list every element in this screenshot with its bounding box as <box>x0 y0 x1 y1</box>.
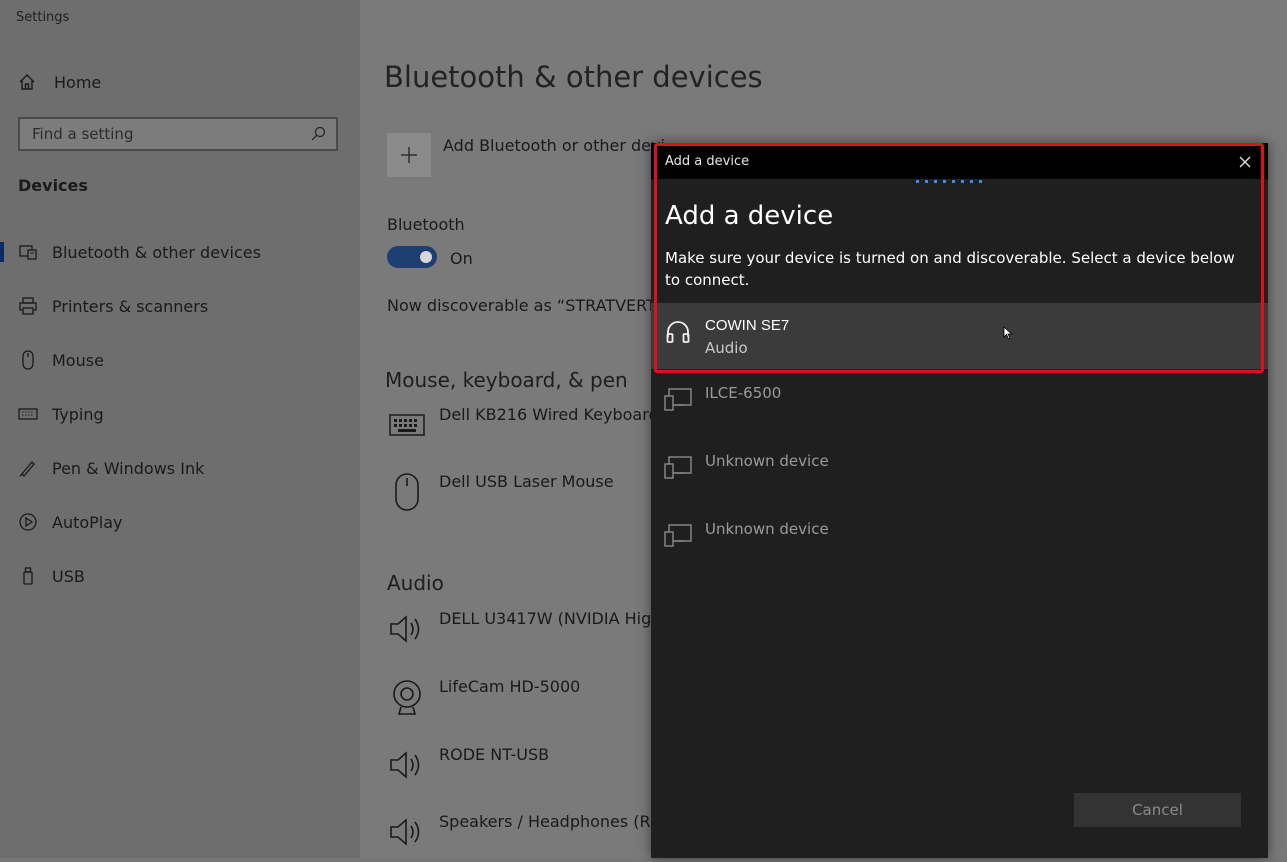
sidebar-item-pen[interactable]: Pen & Windows Ink <box>0 450 360 486</box>
sidebar-item-printers[interactable]: Printers & scanners <box>0 288 360 324</box>
sidebar-item-autoplay[interactable]: AutoPlay <box>0 504 360 540</box>
bluetooth-label: Bluetooth <box>387 215 465 234</box>
sidebar-item-bluetooth[interactable]: Bluetooth & other devices <box>0 234 360 270</box>
discoverable-text: Now discoverable as “STRATVERTDE <box>387 296 679 315</box>
sidebar-item-mouse[interactable]: Mouse <box>0 342 360 378</box>
device-list-item-unknown[interactable]: Unknown device <box>651 507 1268 573</box>
sidebar-item-label: Pen & Windows Ink <box>52 458 205 478</box>
keyboard-icon <box>387 405 427 445</box>
dialog-heading: Add a device <box>665 201 834 231</box>
toggle-knob <box>420 251 432 263</box>
mouse-icon <box>18 350 38 370</box>
keyboard-icon <box>18 404 38 424</box>
sidebar: Settings Home Devices Bluetooth & other … <box>0 0 360 858</box>
device-row-mouse[interactable]: Dell USB Laser Mouse <box>387 472 677 522</box>
close-icon <box>1239 156 1251 168</box>
display-device-icon <box>663 521 693 551</box>
device-name: LifeCam HD-5000 <box>439 677 581 696</box>
device-list-type: Audio <box>705 339 748 357</box>
device-list-item-cowin[interactable]: COWIN SE7 Audio <box>651 303 1268 369</box>
bluetooth-devices-icon <box>18 242 38 262</box>
app-title: Settings <box>16 10 70 25</box>
device-list-name: Unknown device <box>705 520 829 538</box>
device-list-name: Unknown device <box>705 452 829 470</box>
page-title: Bluetooth & other devices <box>384 60 763 94</box>
display-device-icon <box>663 453 693 483</box>
dialog-titlebar: Add a device <box>651 143 1268 179</box>
cancel-button[interactable]: Cancel <box>1074 793 1241 827</box>
audio-heading: Audio <box>387 571 444 595</box>
devices-group-title: Devices <box>18 176 88 195</box>
pen-icon <box>18 458 38 478</box>
sidebar-item-usb[interactable]: USB <box>0 558 360 594</box>
speaker-icon <box>387 745 427 785</box>
sidebar-item-label: Typing <box>52 404 104 424</box>
device-name: Speakers / Headphones (Rea <box>439 812 670 831</box>
mouse-cursor-icon <box>1003 326 1013 340</box>
device-list-name: ILCE-6500 <box>705 384 782 402</box>
device-row-speakers[interactable]: Speakers / Headphones (Rea <box>387 812 677 862</box>
sidebar-item-label: USB <box>52 566 85 586</box>
sidebar-item-label: AutoPlay <box>52 512 123 532</box>
device-row-keyboard[interactable]: Dell KB216 Wired Keyboard <box>387 405 677 455</box>
progress-dots <box>916 180 982 183</box>
close-button[interactable] <box>1234 151 1256 173</box>
mouse-keyboard-pen-heading: Mouse, keyboard, & pen <box>385 368 628 392</box>
device-row-lifecam[interactable]: LifeCam HD-5000 <box>387 677 677 727</box>
sidebar-item-label: Printers & scanners <box>52 296 209 316</box>
add-device-label[interactable]: Add Bluetooth or other devi <box>443 136 665 155</box>
device-name: Dell USB Laser Mouse <box>439 472 614 491</box>
autoplay-icon <box>18 512 38 532</box>
dialog-titlebar-text: Add a device <box>665 154 750 169</box>
search-input[interactable] <box>32 125 292 143</box>
bluetooth-toggle[interactable] <box>387 246 437 268</box>
device-list-item-unknown[interactable]: Unknown device <box>651 439 1268 505</box>
device-list-name: COWIN SE7 <box>705 317 790 334</box>
device-name: RODE NT-USB <box>439 745 550 764</box>
home-icon <box>19 74 35 90</box>
mouse-icon <box>387 472 427 512</box>
sidebar-item-typing[interactable]: Typing <box>0 396 360 432</box>
search-box[interactable] <box>18 117 338 151</box>
add-device-button[interactable] <box>387 133 431 177</box>
usb-icon <box>18 566 38 586</box>
device-name: Dell KB216 Wired Keyboard <box>439 405 659 424</box>
search-icon <box>311 126 326 141</box>
headphones-icon <box>663 317 693 347</box>
home-nav[interactable]: Home <box>18 70 338 94</box>
device-name: DELL U3417W (NVIDIA High <box>439 609 662 628</box>
sidebar-item-label: Bluetooth & other devices <box>52 242 261 262</box>
device-list-item-ilce[interactable]: ILCE-6500 <box>651 371 1268 437</box>
device-row-dell-monitor[interactable]: DELL U3417W (NVIDIA High <box>387 609 677 659</box>
dialog-description: Make sure your device is turned on and d… <box>665 249 1235 289</box>
speaker-icon <box>387 812 427 852</box>
add-device-dialog: Add a device Add a device Make sure your… <box>651 143 1268 858</box>
sidebar-item-label: Mouse <box>52 350 104 370</box>
home-label: Home <box>54 72 102 92</box>
device-row-rode[interactable]: RODE NT-USB <box>387 745 677 795</box>
speaker-icon <box>387 609 427 649</box>
printer-icon <box>18 296 38 316</box>
toggle-state-label: On <box>450 249 473 268</box>
webcam-icon <box>387 677 427 717</box>
plus-icon <box>401 147 417 163</box>
display-device-icon <box>663 385 693 415</box>
